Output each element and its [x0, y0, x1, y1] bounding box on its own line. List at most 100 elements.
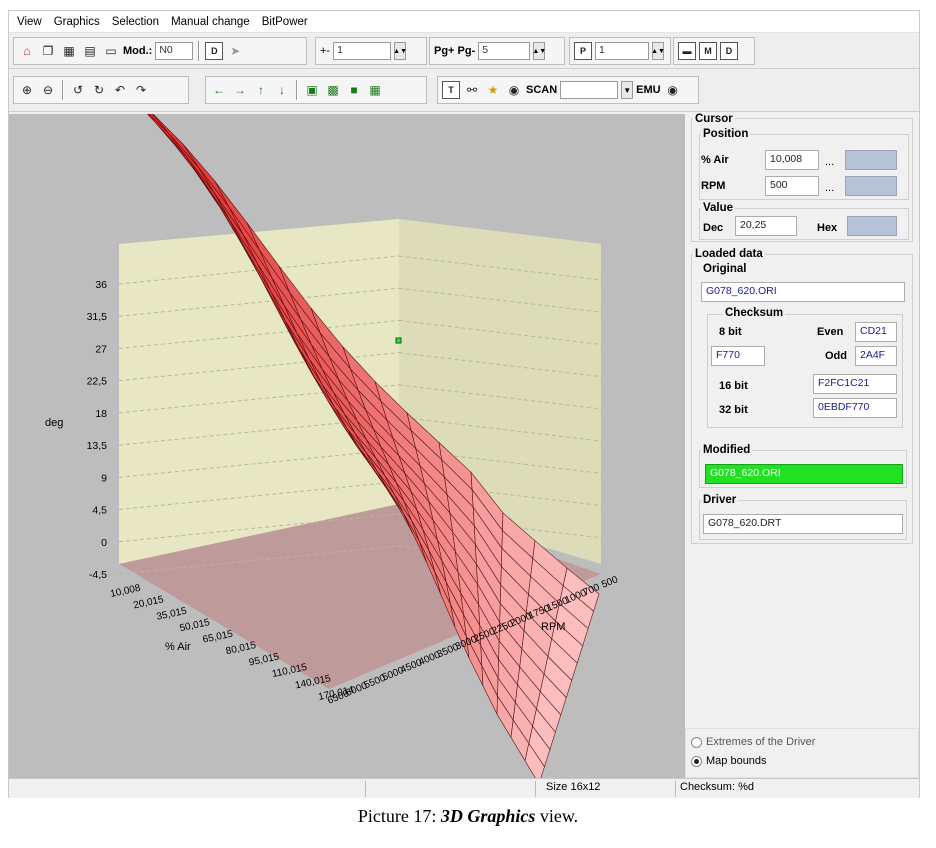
pg-spinner[interactable]: ▲▼	[532, 42, 546, 60]
modified-title: Modified	[701, 444, 753, 456]
zoom-in-icon[interactable]: ⊕	[18, 81, 36, 99]
original-file-field[interactable]: G078_620.ORI	[701, 282, 905, 302]
view-toggle-group: ▬ M D	[673, 37, 755, 65]
minimize-box-icon[interactable]: ▬	[678, 42, 696, 60]
loaded-data-title: Loaded data	[693, 248, 765, 260]
chart-icon[interactable]: ▤	[81, 42, 99, 60]
bounds-radio[interactable]: Map bounds	[691, 755, 767, 767]
arrow-up-icon[interactable]: ↑	[252, 81, 270, 99]
status-bar: Size 16x12 Checksum: %d	[9, 778, 919, 798]
menu-view[interactable]: View	[11, 16, 48, 28]
select-all-icon[interactable]: ▦	[366, 81, 384, 99]
p-spinner[interactable]: ▲▼	[651, 42, 665, 60]
rotate-left-icon[interactable]: ↺	[69, 81, 87, 99]
z-tick-label: -4,5	[89, 569, 107, 581]
hex-color-box	[847, 216, 897, 236]
arrow-left-icon[interactable]: ←	[210, 81, 228, 99]
menu-bitpower[interactable]: BitPower	[256, 16, 314, 28]
bit16-value-field[interactable]: F2FC1C21	[813, 374, 897, 394]
application-window: View Graphics Selection Manual change Bi…	[8, 10, 920, 798]
separator	[62, 80, 64, 100]
z-tick-label: 18	[95, 408, 107, 420]
undo-icon[interactable]: ↶	[111, 81, 129, 99]
bounds-radio-dot[interactable]	[691, 755, 702, 767]
status-size-text: Size 16x12	[546, 781, 601, 793]
rpm-axis-label: RPM	[541, 621, 565, 633]
step-input[interactable]: 1	[333, 42, 392, 60]
status-size: Size 16x12	[535, 781, 675, 797]
mod-input[interactable]: N0	[155, 42, 194, 60]
even-value-field[interactable]: CD21	[855, 322, 897, 342]
window-icon[interactable]: ▭	[102, 42, 120, 60]
copy-icon[interactable]: ❐	[39, 42, 57, 60]
air-tick-label: 95,015	[248, 651, 281, 668]
d-box-icon[interactable]: D	[205, 42, 224, 60]
pointer-icon[interactable]: ➤	[226, 42, 244, 60]
redo-icon[interactable]: ↷	[132, 81, 150, 99]
disc-icon[interactable]: ◉	[505, 81, 523, 99]
air-tick-label: 80,015	[225, 640, 258, 657]
lock-icon[interactable]: ⚯	[463, 81, 481, 99]
toolbar-row-2: ⊕ ⊖ ↺ ↻ ↶ ↷ ← → ↑ ↓ ▣ ▩ ■ ▦ T ⚯ ★ ◉ SCAN…	[9, 70, 919, 112]
separator	[296, 80, 298, 100]
emu-label: EMU	[636, 84, 661, 96]
mod-label: Mod.:	[123, 45, 153, 57]
p-input[interactable]: 1	[595, 42, 649, 60]
emu-disc-icon[interactable]: ◉	[664, 81, 682, 99]
scan-dropdown-arrow-icon[interactable]: ▼	[621, 81, 634, 99]
bit8-value-field[interactable]: F770	[711, 346, 765, 366]
rpm-label: RPM	[701, 180, 726, 192]
runner-icon[interactable]: ★	[484, 81, 502, 99]
driver-title: Driver	[701, 494, 739, 506]
z-tick-label: 22,5	[87, 376, 108, 388]
caption-prefix: Picture 17:	[357, 806, 441, 826]
extremes-radio-dot[interactable]	[691, 736, 702, 748]
modified-file-field[interactable]: G078_620.ORI	[705, 464, 903, 484]
table-icon[interactable]: ▦	[60, 42, 78, 60]
dec-value-field[interactable]: 20,25	[735, 216, 797, 236]
rpm-ellipsis[interactable]: ...	[825, 182, 834, 194]
rpm-color-box	[845, 176, 897, 196]
bit32-value-field[interactable]: 0EBDF770	[813, 398, 897, 418]
z-tick-label: 9	[101, 472, 107, 484]
menu-manual-change[interactable]: Manual change	[165, 16, 256, 28]
menu-selection[interactable]: Selection	[106, 16, 165, 28]
cursor-title: Cursor	[693, 113, 735, 125]
pg-input[interactable]: 5	[478, 42, 531, 60]
arrow-right-icon[interactable]: →	[231, 81, 249, 99]
menu-graphics[interactable]: Graphics	[48, 16, 106, 28]
p-group: P 1 ▲▼	[569, 37, 671, 65]
select-block-icon[interactable]: ▣	[303, 81, 321, 99]
zoom-out-icon[interactable]: ⊖	[39, 81, 57, 99]
air-ellipsis[interactable]: ...	[825, 156, 834, 168]
chart-area[interactable]: 36 31,5 27 22,5 18 13,5 9 4,5 0 -4,5 500 700 1000 15…	[9, 83, 685, 785]
page-group: Pg+ Pg- 5 ▲▼	[429, 37, 565, 65]
home-icon[interactable]: ⌂	[18, 42, 36, 60]
toolbar-row-1: ⌂ ❐ ▦ ▤ ▭ Mod.: N0 D ➤ +- 1 ▲▼ Pg+ Pg- 5…	[9, 33, 919, 69]
extremes-label: Extremes of the Driver	[706, 736, 816, 748]
dec-label: Dec	[703, 222, 724, 234]
arrow-down-icon[interactable]: ↓	[273, 81, 291, 99]
select-expand-icon[interactable]: ▩	[324, 81, 342, 99]
driver-file-field[interactable]: G078_620.DRT	[703, 514, 903, 534]
air-tick-label: 140,015	[294, 673, 332, 691]
hex-label: Hex	[817, 222, 838, 234]
rotate-right-icon[interactable]: ↻	[90, 81, 108, 99]
rpm-value-field[interactable]: 500	[765, 176, 819, 196]
surface-chart: 3631,52722,51813,594,50-4,5 500700100015…	[45, 83, 620, 785]
t-box-icon[interactable]: T	[442, 81, 460, 99]
scan-select[interactable]	[560, 81, 619, 99]
caption-italic: 3D Graphics	[440, 806, 536, 826]
extremes-radio[interactable]: Extremes of the Driver	[691, 736, 815, 748]
step-spinner[interactable]: ▲▼	[393, 42, 407, 60]
cursor-marker[interactable]	[395, 337, 402, 344]
air-tick-label: 20,015	[132, 594, 165, 611]
air-value-field[interactable]: 10,008	[765, 150, 819, 170]
p-icon[interactable]: P	[574, 42, 592, 60]
d-box-icon[interactable]: D	[720, 42, 738, 60]
menu-bar: View Graphics Selection Manual change Bi…	[9, 11, 919, 33]
surface-cell	[176, 146, 222, 209]
m-box-icon[interactable]: M	[699, 42, 717, 60]
select-fill-icon[interactable]: ■	[345, 81, 363, 99]
odd-value-field[interactable]: 2A4F	[855, 346, 897, 366]
